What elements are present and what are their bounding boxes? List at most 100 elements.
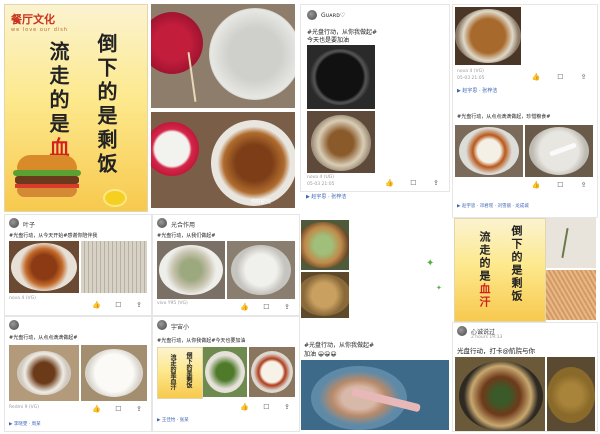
like-icon[interactable]: 👍 bbox=[92, 302, 101, 309]
avatar bbox=[307, 10, 317, 20]
photo-spoon-plate[interactable] bbox=[301, 360, 449, 430]
poster-column-right: 倒下的是剩饭 bbox=[93, 33, 119, 177]
avatar bbox=[9, 320, 19, 330]
photo-empty-bowl-2[interactable] bbox=[227, 241, 295, 299]
mini-poster-left: 流走的是血汗 bbox=[169, 354, 176, 390]
comment-icon[interactable]: ☐ bbox=[263, 404, 269, 411]
photo-noodle-strands[interactable] bbox=[546, 270, 596, 320]
post-time: 05-03 21:05 bbox=[457, 76, 485, 81]
share-icon[interactable]: ⇪ bbox=[284, 304, 290, 311]
like-icon[interactable]: 👍 bbox=[532, 74, 541, 81]
photo-grid-plate[interactable] bbox=[81, 241, 147, 293]
post-bl1: 叶子 #光盘行动，从今天开始#感谢你陪伴我 nova 4 (VG) 👍 ☐ ⇪ bbox=[4, 214, 152, 316]
likes-list: ▶ 王佳怡 · 张某 bbox=[157, 418, 189, 423]
avatar bbox=[457, 326, 467, 336]
comment-icon[interactable]: ☐ bbox=[115, 302, 121, 309]
photo-curry-plate[interactable] bbox=[455, 7, 521, 65]
post-time: 05-03 21:05 bbox=[307, 182, 335, 187]
post-text: #光盘行动，从今天开始#感谢你陪伴我 bbox=[9, 233, 98, 239]
photo-noodle-bowl[interactable] bbox=[9, 345, 79, 401]
post-mid: Gᴜᴀʀᴅ♡ #光盘行动，从你我做起# 今天也是要加油 nova 4 (UG) … bbox=[300, 4, 450, 192]
post-text-2: 今天也是要加油 bbox=[307, 37, 350, 44]
avatar bbox=[157, 218, 167, 228]
poster-left-char-3: 的 bbox=[46, 89, 70, 113]
share-icon[interactable]: ⇪ bbox=[581, 182, 587, 189]
poster-small-left-red: 血汗 bbox=[478, 283, 491, 309]
photo-veg-bowl[interactable] bbox=[301, 220, 349, 270]
post-text: #光盘行动，从点点滴滴做起# bbox=[9, 335, 78, 341]
share-icon[interactable]: ⇪ bbox=[136, 406, 142, 413]
comment-icon[interactable]: ☐ bbox=[115, 406, 121, 413]
photo-rice-plate[interactable] bbox=[455, 125, 523, 177]
photo-empty-bowl[interactable] bbox=[307, 111, 375, 173]
action-bar: 👍 ☐ ⇪ bbox=[85, 301, 149, 310]
post-text: #光盘行动，从你我做起# bbox=[304, 342, 375, 349]
post-bl2: 光合作用 #光盘行动，从我们做起# vivo Y95 (VG) 👍 ☐ ⇪ bbox=[152, 214, 300, 316]
post-r3: 心诚说过 2 hours 19:13 光盘行动，打卡@航院与你 bbox=[452, 322, 598, 432]
poster-small-left-char-2: 走 bbox=[478, 244, 491, 257]
likes-list: ▶ 赵宇思 · 张梓洁 bbox=[306, 194, 347, 200]
poster-brand: 餐厅文化 we love our dish bbox=[11, 11, 68, 33]
photo-white-plate[interactable] bbox=[81, 345, 147, 401]
post-device: nova 4 (VG) bbox=[457, 69, 484, 74]
photo-soup-bowl[interactable] bbox=[157, 241, 225, 299]
action-bar: 👍 ☐ ⇪ bbox=[523, 73, 595, 82]
mini-poster[interactable]: 倒下的是剩饭 流走的是血汗 bbox=[157, 347, 203, 399]
photo-chopsticks-plate[interactable] bbox=[546, 218, 596, 268]
like-icon[interactable]: 👍 bbox=[532, 182, 541, 189]
comment-icon[interactable]: ☐ bbox=[557, 74, 563, 81]
post-text: #光盘行动，从我们做起# bbox=[157, 233, 216, 239]
like-icon[interactable]: 👍 bbox=[240, 304, 249, 311]
photo-meat-noodle[interactable] bbox=[455, 357, 545, 431]
action-bar: 👍 ☐ ⇪ bbox=[85, 405, 149, 414]
like-icon[interactable]: 👍 bbox=[92, 406, 101, 413]
photo-empty-bowl-3[interactable] bbox=[301, 272, 349, 318]
photo-empty-plate-spoon[interactable] bbox=[525, 125, 593, 177]
like-icon[interactable]: 👍 bbox=[385, 180, 394, 187]
avatar bbox=[9, 218, 19, 228]
share-icon[interactable]: ⇪ bbox=[581, 74, 587, 81]
action-bar: 👍 ☐ ⇪ bbox=[523, 181, 595, 190]
comment-icon[interactable]: ☐ bbox=[410, 180, 416, 187]
post-device: nova 4 (VG) bbox=[9, 296, 36, 301]
likes-list: ▶ 赵宇思 · 张梓洁 bbox=[457, 88, 498, 94]
photo-empty-plate-dark[interactable] bbox=[307, 45, 375, 109]
username[interactable]: Gᴜᴀʀᴅ♡ bbox=[321, 12, 345, 19]
share-icon[interactable]: ⇪ bbox=[136, 302, 142, 309]
post-text-2: 加油 😀😀😀 bbox=[304, 351, 337, 358]
post-time: 2 hours 19:13 bbox=[471, 335, 503, 340]
post-text-2-value: 加油 bbox=[304, 351, 317, 358]
poster-small-right-text: 倒下的是剩饭 bbox=[510, 225, 523, 303]
post-right-top: nova 4 (VG) 05-03 21:05 👍 ☐ ⇪ ▶ 赵宇思 · 张梓… bbox=[452, 4, 598, 218]
post-device: vivo Y95 (VG) bbox=[157, 301, 188, 306]
post-device: nova 4 (UG) bbox=[307, 175, 335, 180]
watermark: 你好航空 bbox=[251, 199, 272, 205]
photo-empty-bowl-4[interactable] bbox=[547, 357, 595, 431]
share-icon[interactable]: ⇪ bbox=[433, 180, 439, 187]
post-text: #光盘行动，从点点滴滴做起，珍惜粮食# bbox=[457, 114, 551, 120]
comment-icon[interactable]: ☐ bbox=[557, 182, 563, 189]
action-bar: 👍 ☐ ⇪ bbox=[233, 303, 297, 312]
poster-brand-subtitle: we love our dish bbox=[11, 27, 69, 33]
share-icon[interactable]: ⇪ bbox=[284, 404, 290, 411]
mini-poster-right: 倒下的是剩饭 bbox=[185, 352, 192, 388]
photo-rice-bowl[interactable] bbox=[249, 347, 295, 397]
action-bar: 👍 ☐ ⇪ bbox=[233, 403, 297, 412]
green-sparkle-2: ✦ bbox=[436, 284, 442, 292]
photo-bbq-plate[interactable] bbox=[9, 241, 79, 293]
likes-list: ▶ 赵宇思 · 邓君瑶 · 刘雪丽 · 龙成城 bbox=[457, 204, 529, 209]
comment-icon[interactable]: ☐ bbox=[263, 304, 269, 311]
poster-left-char-2: 走 bbox=[46, 65, 70, 89]
username[interactable]: 叶子 bbox=[23, 220, 35, 229]
username[interactable]: 宇宙小 bbox=[171, 322, 189, 331]
lemon-illustration bbox=[103, 189, 127, 207]
poster-right-text: 倒下的是剩饭 bbox=[94, 33, 118, 177]
photo-veg-plate[interactable] bbox=[203, 347, 247, 397]
username[interactable]: 光合作用 bbox=[171, 220, 195, 229]
likes-list: ▶ 李晓雯 · 周某 bbox=[9, 422, 41, 427]
like-icon[interactable]: 👍 bbox=[240, 404, 249, 411]
post-bl4: 宇宙小 #光盘行动，从你我做起#今天也要加油 倒下的是剩饭 流走的是血汗 👍 ☐… bbox=[152, 316, 300, 432]
poster-small-left-char-1: 流 bbox=[478, 231, 491, 244]
poster-small-left: 流走的是血汗 bbox=[477, 231, 491, 309]
poster-small[interactable]: 倒下的是剩饭 流走的是血汗 bbox=[454, 218, 546, 322]
